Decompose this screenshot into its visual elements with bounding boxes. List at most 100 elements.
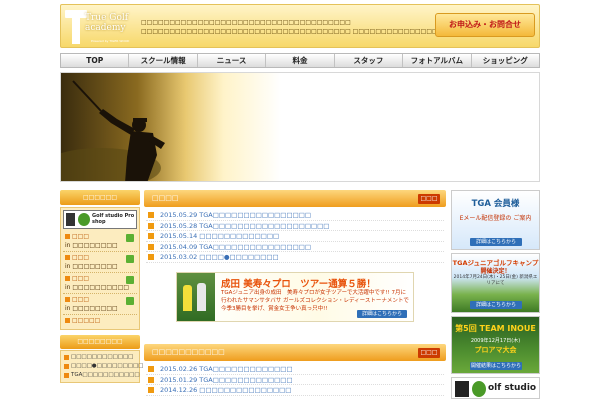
sidebar-header: □□□□□□ — [60, 190, 140, 205]
sidebar-item[interactable]: □□□ in □□□□□□□□ — [63, 252, 137, 273]
sidebar-link[interactable]: □□□□●□□□□□□□□□ — [63, 362, 143, 371]
sidebar-link-label: TGA□□□□□□□□□□□ — [71, 372, 140, 378]
proshop-banner[interactable]: Golf studio Pro shop — [63, 210, 137, 229]
sidebar-link[interactable]: TGA□□□□□□□□□□□ — [63, 371, 140, 380]
header: True Golf academy Powered by TIGER WOOD … — [60, 4, 540, 48]
checkmark-icon — [126, 297, 134, 305]
news-list: 2015.05.29 TGA□□□□□□□□□□□□□□□□ 2015.05.2… — [144, 207, 446, 263]
nav-news[interactable]: ニュース — [198, 54, 267, 67]
sidebar-item[interactable]: □□□ in □□□□□□□□ — [63, 231, 137, 252]
bullet-icon — [65, 234, 70, 239]
news-date: 2015.02.26 — [160, 365, 198, 373]
news-title: □□□□□□□□□□□□□□□ — [199, 386, 292, 394]
nav-photo-album[interactable]: フォトアルバム — [403, 54, 472, 67]
team-ad-title: 第5回 TEAM INOUE — [455, 324, 536, 333]
nav-top[interactable]: TOP — [61, 54, 130, 67]
member-ad-more-button[interactable]: 詳細はこちらから — [470, 238, 522, 246]
camp-ad-subtitle: 開催決定！ — [480, 268, 511, 275]
sidebar-item-label: □□□ — [72, 254, 90, 261]
nav-staff[interactable]: スタッフ — [335, 54, 404, 67]
news-title: TGA□□□□□□□□□□□□□□□□ — [199, 242, 312, 251]
nav-shopping[interactable]: ショッピング — [472, 54, 539, 67]
news-item[interactable]: 2015.03.02 □□□□●□□□□□□□□ — [146, 252, 444, 263]
golf-ball-icon — [472, 381, 486, 397]
bullet-icon — [148, 376, 154, 383]
banner-more-button[interactable]: 詳細はこちらから — [357, 310, 407, 318]
team-ad-more-button[interactable]: 開催結果はこちらから — [470, 362, 522, 370]
team-ad-date: 2009年12月17日(木) — [470, 338, 521, 344]
bullet-icon — [148, 222, 154, 229]
news2-section: □□□□□□□□□□□ □□□ 2015.02.26 TGA□□□□□□□□□□… — [144, 344, 446, 396]
news-date: 2015.05.28 — [160, 221, 198, 230]
news2-section-header: □□□□□□□□□□□ □□□ — [144, 344, 446, 361]
sidebar-header-2: □□□□□□□□ — [60, 335, 140, 349]
nav-fees[interactable]: 料金 — [266, 54, 335, 67]
news-item[interactable]: 2015.04.09 TGA□□□□□□□□□□□□□□□□ — [146, 242, 444, 252]
sidebar-school-list: Golf studio Pro shop □□□ in □□□□□□□□ □□□… — [60, 207, 140, 330]
sidebar-link-label: □□□□□□□□□□□□ — [71, 354, 134, 360]
golfers-photo — [177, 273, 215, 321]
checkmark-icon — [126, 255, 134, 263]
golf-ball-icon — [78, 213, 90, 226]
bullet-icon — [148, 243, 154, 250]
nav-school-info[interactable]: スクール情報 — [129, 54, 198, 67]
camp-ad-more-button[interactable]: 詳細はこちらから — [470, 301, 522, 309]
sidebar-item[interactable]: □□□ in □□□□□□□□ — [63, 294, 137, 315]
junior-camp-ad[interactable]: TGAジュニアゴルフキャンプ 開催決定！ 2014年7月24日(木)・25日(金… — [451, 253, 540, 313]
team-inoue-ad[interactable]: 第5回 TEAM INOUE 2009年12月17日(木) プロアマ大会 開催結… — [451, 316, 540, 374]
sidebar-item-label: □□□ — [72, 275, 90, 282]
proshop-label: Golf studio Pro shop — [92, 213, 135, 225]
sidebar-item-label: □□□ — [72, 296, 90, 303]
logo[interactable]: True Golf academy Powered by TIGER WOOD — [65, 7, 137, 47]
right-sidebar: TGA 会員様 Eメール配信登録の ご案内 詳細はこちらから TGAジュニアゴル… — [451, 190, 540, 400]
news-item[interactable]: 2014.12.26 □□□□□□□□□□□□□□□ — [146, 385, 444, 396]
sidebar-footer-link[interactable]: □□□□□ — [63, 315, 137, 327]
golf-studio-ad[interactable]: olf studio — [451, 377, 540, 399]
member-ad-text: Eメール配信登録の ご案内 — [459, 215, 532, 222]
bullet-icon — [148, 254, 154, 260]
bullet-icon — [148, 212, 154, 218]
sidebar-item-location: in □□□□□□□□ — [65, 263, 118, 270]
sidebar-item-location: in □□□□□□□□ — [65, 242, 118, 249]
news-item[interactable]: 2015.05.29 TGA□□□□□□□□□□□□□□□□ — [146, 210, 444, 221]
bullet-icon — [148, 233, 154, 239]
checkmark-icon — [126, 276, 134, 284]
news2-list: 2015.02.26 TGA□□□□□□□□□□□□□ 2015.01.29 T… — [144, 361, 446, 396]
news2-section-title: □□□□□□□□□□□ — [152, 348, 225, 356]
team-ad-subtitle: プロアマ大会 — [474, 346, 517, 354]
camp-ad-text: 2014年7月24日(木)・25日(金) 新潟県エリアにて — [453, 275, 538, 286]
news-item[interactable]: 2015.05.14 □□□□□□□□□□□□□ — [146, 231, 444, 242]
news-date: 2015.01.29 — [160, 375, 198, 384]
news-section-title: □□□□ — [152, 194, 179, 202]
sidebar-item-location: in □□□□□□□□□□ — [65, 284, 130, 291]
bullet-icon — [64, 355, 69, 360]
bullet-icon — [65, 255, 70, 260]
news-title: TGA□□□□□□□□□□□□□ — [199, 365, 293, 373]
checkmark-icon — [126, 234, 134, 242]
news-item[interactable]: 2015.01.29 TGA□□□□□□□□□□□□□ — [146, 375, 444, 385]
news-item[interactable]: 2015.05.28 TGA□□□□□□□□□□□□□□□□□□□ — [146, 221, 444, 231]
left-sidebar: □□□□□□ Golf studio Pro shop □□□ in □□□□□… — [60, 190, 143, 400]
banner-headline: 成田 美寿々プロ ツアー通算５勝！ — [221, 279, 376, 290]
bullet-icon — [64, 373, 69, 378]
hero-image — [60, 72, 540, 182]
news-more-button[interactable]: □□□ — [418, 194, 440, 204]
news-item[interactable]: 2015.02.26 TGA□□□□□□□□□□□□□ — [146, 364, 444, 375]
sidebar-item[interactable]: □□□ in □□□□□□□□□□ — [63, 273, 137, 294]
member-email-ad[interactable]: TGA 会員様 Eメール配信登録の ご案内 詳細はこちらから — [451, 190, 540, 250]
news2-more-button[interactable]: □□□ — [418, 348, 440, 358]
news-date: 2015.05.14 — [160, 232, 198, 240]
sidebar-footer-label: □□□□□ — [72, 317, 101, 324]
golfer-silhouette-image — [61, 80, 165, 181]
feature-banner[interactable]: 成田 美寿々プロ ツアー通算５勝！ TGAジュニア出身の成田 美寿々プロが女子ツ… — [176, 272, 414, 322]
proshop-logo-icon — [66, 213, 75, 226]
sidebar-link-label: □□□□●□□□□□□□□□ — [71, 363, 144, 369]
sidebar-link[interactable]: □□□□□□□□□□□□ — [63, 353, 137, 362]
apply-contact-button[interactable]: お申込み・お問合せ — [435, 13, 535, 37]
main-nav: TOP スクール情報 ニュース 料金 スタッフ フォトアルバム ショッピング — [60, 53, 540, 68]
studio-logo-icon — [455, 381, 469, 397]
bullet-icon — [65, 297, 70, 302]
sidebar-links: □□□□□□□□□□□□ □□□□●□□□□□□□□□ TGA□□□□□□□□□… — [60, 350, 143, 383]
bullet-icon — [148, 366, 154, 372]
sidebar-item-location: in □□□□□□□□ — [65, 305, 118, 312]
